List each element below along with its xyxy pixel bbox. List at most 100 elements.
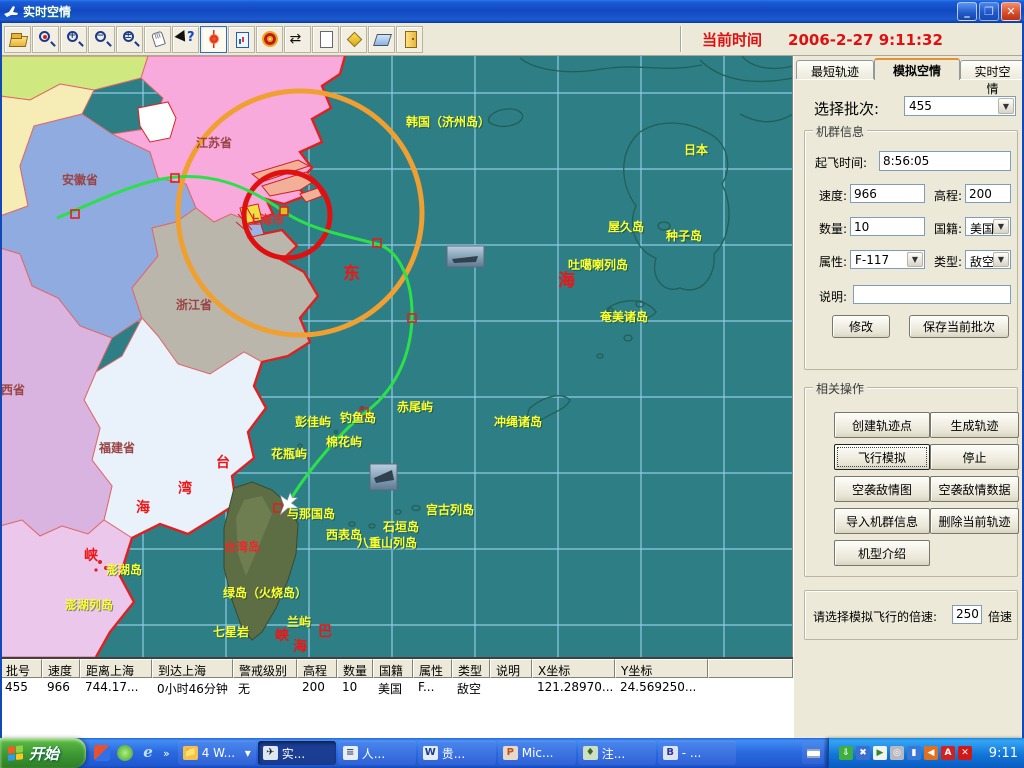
toolbar-button-pan-hand[interactable] — [144, 26, 171, 53]
table-cell: 200 — [297, 678, 337, 696]
ops-button-空袭敌情数据[interactable]: 空袭敌情数据 — [930, 476, 1019, 502]
table-header-cell[interactable]: 属性 — [413, 659, 452, 678]
toolbar-button-swap-arrows[interactable] — [284, 26, 311, 53]
table-header-cell[interactable]: 国籍 — [373, 659, 413, 678]
ops-button-导入机群信息[interactable]: 导入机群信息 — [834, 508, 930, 534]
toolbar-button-diamond[interactable] — [340, 26, 367, 53]
quantity-input[interactable] — [850, 217, 925, 236]
ops-button-停止[interactable]: 停止 — [930, 444, 1019, 470]
altitude-label: 高程: — [934, 187, 962, 204]
minimize-button[interactable]: _ — [957, 2, 977, 21]
nation-select[interactable]: 美国 ▼ — [965, 217, 1011, 236]
toolbar-button-help-arrow[interactable] — [172, 26, 199, 53]
toolbar-button-book[interactable] — [368, 26, 395, 53]
ie-icon[interactable]: e — [140, 745, 156, 761]
zoom-out-icon: − — [93, 30, 111, 48]
ops-button-飞行模拟[interactable]: 飞行模拟 — [834, 444, 930, 470]
batch-select[interactable]: 455 ▼ — [904, 96, 1016, 116]
chevron-down-icon[interactable]: ▼ — [993, 252, 1009, 267]
tray-clock: 9:11 — [989, 746, 1018, 761]
speed-input[interactable] — [850, 184, 925, 203]
desktop: 实时空情 _ ❐ ✕ +−± 当前时间 2006-2-27 9:11:32 — [0, 0, 1024, 768]
table-header-cell[interactable]: 说明 — [490, 659, 532, 678]
table-header-cell[interactable]: Y坐标 — [615, 659, 708, 678]
ops-button-空袭敌情图[interactable]: 空袭敌情图 — [834, 476, 930, 502]
modify-button[interactable]: 修改 — [832, 315, 890, 338]
map-view[interactable]: 韩国（济州岛）日本屋久岛种子岛吐噶喇列岛奄美诸岛赤尾屿冲绳诸岛彭佳屿钓鱼岛棉花屿… — [0, 56, 793, 657]
toolbar-button-sun-alert[interactable] — [200, 26, 227, 53]
chevron-icon[interactable]: » — [163, 747, 170, 760]
table-header-cell[interactable]: 警戒级别 — [233, 659, 297, 678]
toolbar-button-new-document[interactable] — [312, 26, 339, 53]
window-frame — [0, 23, 2, 738]
toolbar-button-zoom-range[interactable]: ± — [116, 26, 143, 53]
altitude-input[interactable] — [965, 184, 1011, 203]
taskbar-task-Mic...[interactable]: PMic... — [498, 741, 576, 765]
ops-button-创建轨迹点[interactable]: 创建轨迹点 — [834, 412, 930, 438]
attr-select-value: F-117 — [855, 253, 889, 267]
toolbar-button-zoom-clock[interactable] — [32, 26, 59, 53]
save-batch-button[interactable]: 保存当前批次 — [909, 315, 1009, 338]
maximize-button[interactable]: ❐ — [979, 2, 999, 21]
diamond-icon — [345, 30, 363, 48]
ops-button-机型介绍[interactable]: 机型介绍 — [834, 540, 930, 566]
start-button[interactable]: 开始 — [0, 738, 86, 768]
zoom-range-icon: ± — [121, 30, 139, 48]
table-cell — [708, 678, 793, 696]
table-header-cell[interactable]: 批号 — [0, 659, 42, 678]
table-header-cell[interactable]: 速度 — [42, 659, 80, 678]
type-select[interactable]: 敌空 ▼ — [965, 250, 1011, 269]
map-label: 棉花屿 — [326, 436, 362, 448]
taskbar-task-4 W...[interactable]: 📁4 W...▾ — [178, 741, 256, 765]
table-header-cell[interactable]: 距离上海 — [80, 659, 152, 678]
attr-select[interactable]: F-117 ▼ — [850, 250, 925, 269]
volume-icon[interactable]: ◀ — [924, 746, 938, 760]
task-label: 贵... — [442, 745, 465, 762]
toolbar-button-exit-door[interactable] — [396, 26, 423, 53]
ops-button-生成轨迹[interactable]: 生成轨迹 — [930, 412, 1019, 438]
chevron-down-icon[interactable]: ▼ — [907, 252, 923, 267]
table-header-cell[interactable]: 到达上海 — [152, 659, 233, 678]
folder-icon: 📁 — [183, 746, 198, 760]
table-row[interactable]: 455966744.17...0小时46分钟无20010美国F...敌空121.… — [0, 678, 793, 696]
ops-button-删除当前轨迹[interactable]: 删除当前轨迹 — [930, 508, 1019, 534]
toolbar-button-zoom-out[interactable]: − — [88, 26, 115, 53]
table-header-cell[interactable]: X坐标 — [532, 659, 615, 678]
tab-实时空情[interactable]: 实时空情 — [960, 60, 1024, 80]
scheduler-icon[interactable]: ▶ — [873, 746, 887, 760]
toolbar-button-chart-clipboard[interactable] — [228, 26, 255, 53]
note-input[interactable] — [853, 285, 1011, 304]
battery-icon[interactable]: ▮ — [907, 746, 921, 760]
messenger-icon[interactable] — [117, 745, 133, 761]
takeoff-input[interactable] — [879, 151, 1011, 171]
taskbar-task-- ...[interactable]: B- ... — [658, 741, 736, 765]
close-button[interactable]: ✕ — [1001, 2, 1021, 21]
toolbar-button-target-ring[interactable] — [256, 26, 283, 53]
app-plane-icon — [3, 5, 19, 19]
updater-icon[interactable]: ⇩ — [839, 746, 853, 760]
chevron-down-icon[interactable]: ▼ — [993, 219, 1009, 234]
table-header-cell[interactable]: 高程 — [297, 659, 337, 678]
keyboard-input-icon[interactable] — [802, 742, 824, 764]
toolbar-button-zoom-in[interactable]: + — [60, 26, 87, 53]
network-error-icon[interactable]: ✖ — [856, 746, 870, 760]
tab-最短轨迹[interactable]: 最短轨迹 — [796, 60, 874, 80]
taskbar-task-贵...[interactable]: W贵... — [418, 741, 496, 765]
taskbar-task-实...[interactable]: ✈实... — [258, 741, 336, 765]
chevron-down-icon[interactable]: ▼ — [998, 98, 1014, 114]
table-header-cell[interactable] — [708, 659, 793, 678]
toolbar-button-open-folder[interactable] — [4, 26, 31, 53]
sim-speed-input[interactable]: 250 — [952, 605, 982, 624]
taskbar: 开始 e » 📁4 W...▾✈实...≡人...W贵...PMic...♦注.… — [0, 738, 1024, 768]
security-alert-icon[interactable]: ✕ — [958, 746, 972, 760]
ati-icon[interactable]: A — [941, 746, 955, 760]
table-header-cell[interactable]: 数量 — [337, 659, 373, 678]
map-label: 花瓶屿 — [271, 448, 307, 460]
table-header-cell[interactable]: 类型 — [452, 659, 490, 678]
taskbar-task-注...[interactable]: ♦注... — [578, 741, 656, 765]
audio-orb-icon[interactable]: ◎ — [890, 746, 904, 760]
taskbar-task-人...[interactable]: ≡人... — [338, 741, 416, 765]
tab-模拟空情[interactable]: 模拟空情 — [874, 58, 960, 80]
app-icon[interactable] — [94, 745, 110, 761]
bapp-icon: B — [663, 746, 678, 760]
